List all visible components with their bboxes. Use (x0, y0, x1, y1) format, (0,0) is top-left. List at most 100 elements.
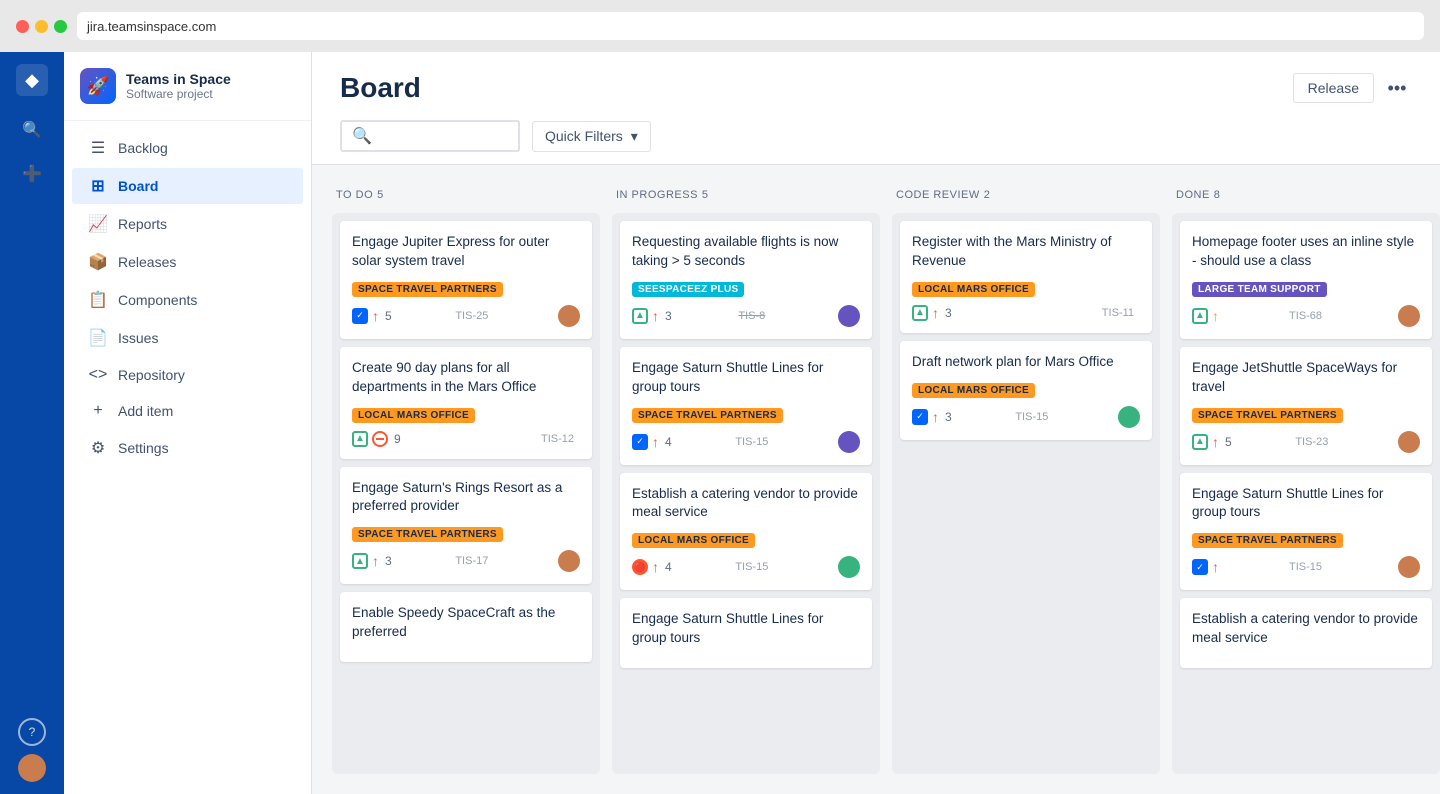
card-tag: LARGE TEAM SUPPORT (1192, 282, 1327, 297)
card-footer: ✓↑3TIS-15 (912, 406, 1140, 428)
card[interactable]: Create 90 day plans for all departments … (340, 347, 592, 459)
board-icon: ⊞ (88, 176, 108, 196)
release-button[interactable]: Release (1293, 73, 1374, 103)
card-title: Create 90 day plans for all departments … (352, 359, 580, 397)
sidebar-item-reports[interactable]: 📈 Reports (72, 206, 303, 242)
create-icon[interactable]: ➕ (14, 156, 50, 192)
project-avatar: 🚀 (80, 68, 116, 104)
card-tag: LOCAL MARS OFFICE (912, 383, 1035, 398)
close-button[interactable] (16, 20, 29, 33)
card[interactable]: Engage Saturn Shuttle Lines for group to… (1180, 473, 1432, 591)
issues-label: Issues (118, 330, 158, 346)
card-title: Requesting available flights is now taki… (632, 233, 860, 271)
card-footer: ▲↑3TIS-11 (912, 305, 1140, 321)
search-box[interactable]: 🔍 (340, 120, 520, 152)
story-points: 3 (665, 309, 672, 323)
story-points: 9 (394, 432, 401, 446)
ticket-id: TIS-17 (455, 555, 488, 567)
sidebar-item-components[interactable]: 📋 Components (72, 282, 303, 318)
priority-icon: ↑ (652, 434, 659, 450)
card-footer: 🔴↑4TIS-15 (632, 556, 860, 578)
page-title: Board (340, 72, 421, 104)
window-controls (16, 20, 67, 33)
check-icon: ✓ (632, 434, 648, 450)
card[interactable]: Register with the Mars Ministry of Reven… (900, 221, 1152, 333)
card[interactable]: Homepage footer uses an inline style - s… (1180, 221, 1432, 339)
card-title: Establish a catering vendor to provide m… (632, 485, 860, 523)
column-cards-done: Homepage footer uses an inline style - s… (1172, 213, 1440, 774)
minimize-button[interactable] (35, 20, 48, 33)
check-icon: ✓ (912, 409, 928, 425)
ticket-id: TIS-8 (738, 310, 765, 322)
main-content: Board Release ••• 🔍 Quick Filters ▾ (312, 52, 1440, 794)
card[interactable]: Establish a catering vendor to provide m… (620, 473, 872, 591)
priority-icon: ↑ (1212, 559, 1219, 575)
sidebar-item-backlog[interactable]: ☰ Backlog (72, 130, 303, 166)
story-points: 4 (665, 560, 672, 574)
search-input[interactable] (378, 129, 498, 144)
story-points: 3 (385, 554, 392, 568)
column-label: IN PROGRESS (616, 189, 698, 201)
column-label: TO DO (336, 189, 373, 201)
card[interactable]: Establish a catering vendor to provide m… (1180, 598, 1432, 668)
column-header-inprogress: IN PROGRESS5 (612, 185, 880, 205)
card[interactable]: Draft network plan for Mars Office LOCAL… (900, 341, 1152, 440)
sidebar-item-settings[interactable]: ⚙ Settings (72, 430, 303, 466)
card[interactable]: Engage Saturn Shuttle Lines for group to… (620, 347, 872, 465)
card-tag: SPACE TRAVEL PARTNERS (1192, 533, 1343, 548)
card-title: Engage Jupiter Express for outer solar s… (352, 233, 580, 271)
card[interactable]: Enable Speedy SpaceCraft as the preferre… (340, 592, 592, 662)
releases-icon: 📦 (88, 252, 108, 272)
check-icon: ✓ (352, 308, 368, 324)
search-global-icon[interactable]: 🔍 (14, 112, 50, 148)
card[interactable]: Engage JetShuttle SpaceWays for travel S… (1180, 347, 1432, 465)
search-icon: 🔍 (352, 126, 372, 146)
card[interactable]: Engage Saturn's Rings Resort as a prefer… (340, 467, 592, 585)
maximize-button[interactable] (54, 20, 67, 33)
settings-label: Settings (118, 440, 169, 456)
sidebar-item-issues[interactable]: 📄 Issues (72, 320, 303, 356)
sidebar-item-add-item[interactable]: + Add item (72, 394, 303, 428)
column-done: DONE8 Homepage footer uses an inline sty… (1172, 185, 1440, 774)
address-bar[interactable]: jira.teamsinspace.com (77, 12, 1424, 40)
priority-icon: ↑ (372, 553, 379, 569)
more-options-button[interactable]: ••• (1382, 73, 1412, 103)
filter-bar: 🔍 Quick Filters ▾ (340, 120, 1412, 164)
priority-icon: ↑ (932, 305, 939, 321)
jira-logo[interactable]: ◆ (16, 64, 48, 96)
card-avatar (838, 431, 860, 453)
card-tag: LOCAL MARS OFFICE (912, 282, 1035, 297)
sidebar-item-board[interactable]: ⊞ Board (72, 168, 303, 204)
page-header: Board Release ••• 🔍 Quick Filters ▾ (312, 52, 1440, 165)
quick-filters-button[interactable]: Quick Filters ▾ (532, 121, 651, 152)
global-nav: ◆ 🔍 ➕ ? (0, 52, 64, 794)
card-tag: SPACE TRAVEL PARTNERS (1192, 408, 1343, 423)
card-footer: ▲9TIS-12 (352, 431, 580, 447)
project-name: Teams in Space (126, 71, 231, 87)
ticket-id: TIS-11 (1102, 307, 1134, 319)
story-points: 5 (385, 309, 392, 323)
card[interactable]: Requesting available flights is now taki… (620, 221, 872, 339)
ticket-id: TIS-25 (455, 310, 488, 322)
card-avatar (1398, 556, 1420, 578)
browser-chrome: jira.teamsinspace.com (0, 0, 1440, 52)
column-label: CODE REVIEW (896, 189, 980, 201)
card-tag: SPACE TRAVEL PARTNERS (352, 282, 503, 297)
column-header-done: DONE8 (1172, 185, 1440, 205)
column-count: 8 (1214, 189, 1221, 201)
sidebar-item-releases[interactable]: 📦 Releases (72, 244, 303, 280)
story-icon: ▲ (1192, 434, 1208, 450)
priority-icon: ↑ (652, 559, 659, 575)
card-avatar (558, 550, 580, 572)
card-title: Draft network plan for Mars Office (912, 353, 1140, 372)
card-avatar (1398, 305, 1420, 327)
card-tag: SEESPACEEZ PLUS (632, 282, 744, 297)
header-top: Board Release ••• (340, 72, 1412, 104)
card[interactable]: Engage Saturn Shuttle Lines for group to… (620, 598, 872, 668)
card[interactable]: Engage Jupiter Express for outer solar s… (340, 221, 592, 339)
user-avatar[interactable] (18, 754, 46, 782)
help-icon[interactable]: ? (18, 718, 46, 746)
board-label: Board (118, 178, 158, 194)
sidebar-item-repository[interactable]: <> Repository (72, 358, 303, 392)
story-points: 3 (945, 410, 952, 424)
